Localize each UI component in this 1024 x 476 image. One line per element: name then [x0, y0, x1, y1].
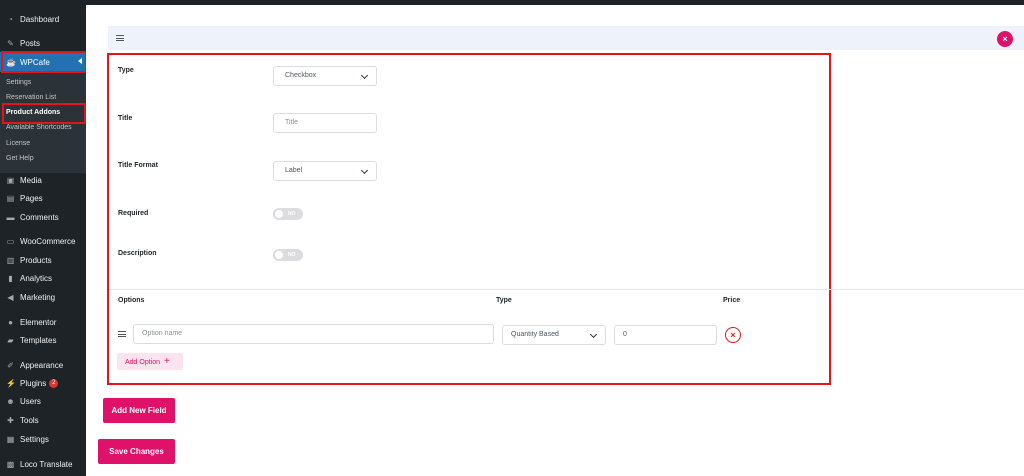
sidebar-item-posts[interactable]: ✎ Posts [0, 34, 86, 52]
type-column-header: Type [496, 297, 512, 304]
analytics-icon: ▮ [8, 273, 13, 283]
folder-icon: ▰ [7, 335, 14, 345]
admin-sidebar: ◔ Dashboard ✎ Posts ☕ WPCafe Settings Re… [0, 5, 86, 476]
title-input[interactable]: Title [273, 113, 377, 133]
comments-icon: ▬ [6, 212, 15, 222]
media-icon: ▣ [6, 175, 15, 185]
chevron-down-icon [589, 330, 598, 339]
megaphone-icon: ◀ [7, 292, 14, 302]
drag-handle-icon[interactable] [116, 35, 124, 41]
translate-icon: ▩ [6, 459, 15, 469]
wrench-icon: ✚ [7, 415, 14, 425]
title-input-placeholder: Title [285, 119, 298, 126]
product-addons-highlight-box [2, 103, 86, 124]
remove-option-icon[interactable]: × [725, 327, 741, 343]
option-type-select[interactable]: Quantity Based [502, 325, 606, 345]
add-option-label: Add Option [125, 359, 161, 366]
close-icon[interactable]: × [997, 31, 1013, 47]
price-column-header: Price [723, 297, 741, 304]
sidebar-item-label: Appearance [20, 360, 64, 370]
chevron-down-icon [360, 71, 369, 80]
settings-icon: ▦ [6, 434, 15, 444]
sidebar-item-dashboard[interactable]: ◔ Dashboard [0, 10, 86, 28]
wpcafe-highlight-box [1, 51, 87, 73]
sidebar-item-marketing[interactable]: ◀ Marketing [0, 288, 86, 306]
sidebar-item-tools[interactable]: ✚ Tools [0, 411, 86, 429]
sidebar-item-settings[interactable]: ▦ Settings [0, 430, 86, 448]
sidebar-item-label: Users [20, 396, 41, 406]
option-price-value: 0 [623, 331, 627, 338]
description-label: Description [118, 250, 157, 257]
option-name-input[interactable]: Option name [133, 324, 494, 344]
woocommerce-icon: ▭ [6, 236, 15, 246]
sidebar-item-products[interactable]: ▥ Products [0, 251, 86, 269]
sidebar-item-comments[interactable]: ▬ Comments [0, 208, 86, 226]
sidebar-item-label: Loco Translate [20, 459, 73, 469]
section-divider [109, 289, 1024, 290]
sidebar-item-analytics[interactable]: ▮ Analytics [0, 269, 86, 287]
sidebar-item-label: Media [20, 175, 42, 185]
sidebar-item-label: Plugins [20, 378, 47, 388]
user-icon: ☻ [6, 396, 15, 406]
sidebar-item-media[interactable]: ▣ Media [0, 171, 86, 189]
toggle-state-text: NO [288, 252, 296, 258]
sidebar-item-woocommerce[interactable]: ▭ WooCommerce [0, 232, 86, 250]
plus-icon: + [163, 356, 170, 367]
sidebar-item-appearance[interactable]: ✐ Appearance [0, 356, 86, 374]
sidebar-item-label: Templates [20, 335, 57, 345]
option-name-placeholder: Option name [142, 330, 183, 337]
sidebar-item-label: Settings [20, 434, 49, 444]
sidebar-item-label: Comments [20, 212, 59, 222]
title-format-select[interactable]: Label [273, 161, 377, 181]
options-column-header: Options [118, 297, 145, 304]
sidebar-item-elementor[interactable]: ● Elementor [0, 313, 86, 331]
addon-card-header [108, 26, 1024, 50]
description-toggle[interactable]: NO [273, 249, 303, 261]
submenu-item-license[interactable]: License [0, 136, 86, 151]
pin-icon: ✎ [7, 38, 14, 48]
option-drag-handle-icon[interactable] [118, 331, 126, 337]
type-label: Type [118, 67, 134, 74]
option-price-input[interactable]: 0 [614, 325, 717, 345]
sidebar-item-label: Products [20, 255, 52, 265]
plug-icon: ⚡ [6, 378, 16, 388]
required-toggle[interactable]: NO [273, 208, 303, 220]
option-type-value: Quantity Based [511, 331, 559, 338]
sidebar-item-templates[interactable]: ▰ Templates [0, 331, 86, 349]
sidebar-item-label: WooCommerce [20, 236, 76, 246]
type-select[interactable]: Checkbox [273, 66, 377, 86]
toggle-knob [275, 251, 283, 259]
add-option-button[interactable]: Add Option + [117, 353, 183, 370]
toggle-knob [275, 210, 283, 218]
sidebar-item-loco-translate[interactable]: ▩ Loco Translate [0, 455, 86, 473]
save-changes-button[interactable]: Save Changes [98, 439, 175, 464]
pages-icon: ▤ [6, 193, 15, 203]
sidebar-item-label: Elementor [20, 317, 57, 327]
add-new-field-button[interactable]: Add New Field [103, 398, 175, 423]
title-label: Title [118, 115, 133, 122]
sidebar-item-plugins[interactable]: ⚡ Plugins 2 [0, 374, 86, 392]
title-format-label: Title Format [118, 162, 158, 169]
title-format-value: Label [285, 167, 303, 174]
sidebar-item-label: Tools [20, 415, 39, 425]
sidebar-item-pages[interactable]: ▤ Pages [0, 189, 86, 207]
elementor-icon: ● [8, 317, 13, 327]
chevron-down-icon [360, 166, 369, 175]
sidebar-item-label: Pages [20, 193, 43, 203]
products-icon: ▥ [6, 255, 15, 265]
sidebar-item-label: Marketing [20, 292, 56, 302]
update-count-badge: 2 [49, 378, 59, 388]
sidebar-item-users[interactable]: ☻ Users [0, 392, 86, 410]
sidebar-item-label: Analytics [20, 273, 53, 283]
brush-icon: ✐ [7, 360, 14, 370]
sidebar-item-label: Posts [20, 38, 41, 48]
submenu-item-settings[interactable]: Settings [0, 75, 86, 90]
sidebar-item-label: Dashboard [20, 14, 60, 24]
type-select-value: Checkbox [285, 72, 317, 79]
dashboard-icon: ◔ [8, 14, 13, 24]
required-label: Required [118, 210, 149, 217]
toggle-state-text: NO [288, 211, 296, 217]
submenu-item-get-help[interactable]: Get Help [0, 151, 86, 166]
